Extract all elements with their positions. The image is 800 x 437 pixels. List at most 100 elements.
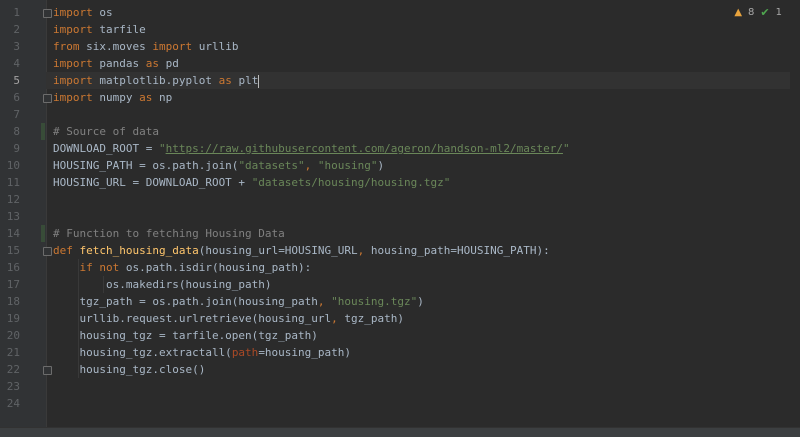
line-number[interactable]: 2 bbox=[0, 21, 20, 38]
line-number[interactable]: 7 bbox=[0, 106, 20, 123]
code-token: os.makedirs(housing_path) bbox=[53, 278, 272, 291]
code-line[interactable]: import tarfile bbox=[53, 21, 800, 38]
warning-count: 8 bbox=[748, 7, 755, 18]
code-line[interactable]: import os bbox=[53, 4, 800, 21]
code-token: os bbox=[92, 6, 113, 19]
code-line[interactable]: from six.moves import urllib bbox=[53, 38, 800, 55]
line-number[interactable]: 6 bbox=[0, 89, 20, 106]
code-token: import bbox=[53, 74, 93, 87]
code-line[interactable] bbox=[53, 378, 800, 395]
code-token: path bbox=[231, 346, 259, 359]
code-line[interactable]: if not os.path.isdir(housing_path): bbox=[53, 259, 800, 276]
code-token: ) bbox=[417, 295, 424, 308]
inspection-widget[interactable]: ▲ 8 ✔ 1 bbox=[734, 6, 782, 19]
code-token: DOWNLOAD_ROOT = bbox=[53, 142, 159, 155]
code-token: , bbox=[317, 295, 332, 308]
line-number[interactable]: 19 bbox=[0, 310, 20, 327]
code-token: import bbox=[53, 91, 93, 104]
code-token: urllib bbox=[192, 40, 239, 53]
code-line[interactable]: DOWNLOAD_ROOT = "https://raw.githubuserc… bbox=[53, 140, 800, 157]
code-token: " bbox=[158, 142, 166, 155]
code-token: fetch_housing_data bbox=[79, 244, 199, 257]
line-number[interactable]: 21 bbox=[0, 344, 20, 361]
line-number[interactable]: 3 bbox=[0, 38, 20, 55]
line-number[interactable]: 15 bbox=[0, 242, 20, 259]
code-line[interactable] bbox=[53, 208, 800, 225]
indent-guide bbox=[78, 259, 79, 378]
code-token: "housing" bbox=[317, 159, 378, 172]
code-line[interactable] bbox=[53, 191, 800, 208]
code-line[interactable]: housing_tgz.close() bbox=[53, 361, 800, 378]
fold-marker-icon[interactable] bbox=[43, 247, 52, 256]
code-token: np bbox=[152, 91, 173, 104]
vcs-change-marker[interactable] bbox=[41, 123, 45, 140]
code-line[interactable]: import pandas as pd bbox=[53, 55, 800, 72]
code-token: as bbox=[139, 91, 153, 104]
line-number[interactable]: 24 bbox=[0, 395, 20, 412]
line-number[interactable]: 12 bbox=[0, 191, 20, 208]
line-number[interactable]: 17 bbox=[0, 276, 20, 293]
line-number[interactable]: 23 bbox=[0, 378, 20, 395]
line-number[interactable]: 4 bbox=[0, 55, 20, 72]
code-token: import bbox=[152, 40, 193, 53]
code-token: "datasets" bbox=[238, 159, 305, 172]
code-line[interactable]: # Function to fetching Housing Data bbox=[53, 225, 800, 242]
code-line[interactable] bbox=[53, 395, 800, 412]
code-line[interactable]: tgz_path = os.path.join(housing_path, "h… bbox=[53, 293, 800, 310]
vertical-scrollbar[interactable] bbox=[790, 0, 800, 428]
code-token: ) bbox=[377, 159, 385, 172]
code-token: HOUSING_PATH = os.path.join( bbox=[53, 159, 239, 172]
code-token: tgz_path) bbox=[344, 312, 405, 325]
code-line[interactable]: housing_tgz = tarfile.open(tgz_path) bbox=[53, 327, 800, 344]
code-token: housing_path=HOUSING_PATH): bbox=[370, 244, 550, 257]
code-line[interactable]: urllib.request.urlretrieve(housing_url, … bbox=[53, 310, 800, 327]
code-line[interactable]: os.makedirs(housing_path) bbox=[53, 276, 800, 293]
line-number[interactable]: 16 bbox=[0, 259, 20, 276]
code-line[interactable]: housing_tgz.extractall(path=housing_path… bbox=[53, 344, 800, 361]
code-token: tarfile bbox=[92, 23, 146, 36]
code-token: tgz_path = os.path.join(housing_path bbox=[53, 295, 318, 308]
code-token: housing_tgz.close() bbox=[53, 363, 206, 376]
line-number[interactable]: 9 bbox=[0, 140, 20, 157]
line-number[interactable]: 11 bbox=[0, 174, 20, 191]
line-number[interactable]: 13 bbox=[0, 208, 20, 225]
line-number[interactable]: 5 bbox=[0, 72, 20, 89]
code-line[interactable]: import matplotlib.pyplot as plt bbox=[46, 72, 800, 89]
code-token: as bbox=[145, 57, 159, 70]
code-token: "datasets/housing/housing.tgz" bbox=[251, 176, 451, 189]
code-token: (housing_url=HOUSING_URL bbox=[198, 244, 358, 257]
fold-marker-icon[interactable] bbox=[43, 94, 52, 103]
line-number[interactable]: 8 bbox=[0, 123, 20, 140]
code-token: os.path.isdir(housing_path): bbox=[119, 261, 312, 274]
code-token: as bbox=[218, 74, 232, 87]
code-token: from bbox=[53, 40, 80, 53]
code-area[interactable]: import os import tarfile from six.moves im… bbox=[46, 0, 800, 428]
code-editor[interactable]: 1 2 3 4 5 6 7 8 9 10 11 12 13 14 15 16 17 18 19 20 21 22 23 24 … bbox=[0, 0, 800, 428]
vcs-change-marker[interactable] bbox=[41, 225, 45, 242]
code-line[interactable]: # Source of data bbox=[53, 123, 800, 140]
code-token: https://raw.githubusercontent.com/ageron… bbox=[165, 142, 563, 155]
code-line[interactable] bbox=[53, 106, 800, 123]
code-line[interactable]: HOUSING_PATH = os.path.join("datasets", … bbox=[53, 157, 800, 174]
code-line[interactable]: import numpy as np bbox=[53, 89, 800, 106]
line-number[interactable]: 22 bbox=[0, 361, 20, 378]
code-token: HOUSING_URL = DOWNLOAD_ROOT + bbox=[53, 176, 252, 189]
status-bar bbox=[0, 427, 800, 437]
line-number[interactable]: 18 bbox=[0, 293, 20, 310]
code-token: numpy bbox=[92, 91, 140, 104]
code-token: pandas bbox=[92, 57, 146, 70]
line-number-gutter[interactable]: 1 2 3 4 5 6 7 8 9 10 11 12 13 14 15 16 17 18 19 20 21 22 23 24 bbox=[0, 0, 47, 428]
code-token: # Function to fetching Housing Data bbox=[53, 227, 285, 240]
fold-marker-icon[interactable] bbox=[43, 366, 52, 375]
code-line[interactable]: def fetch_housing_data(housing_url=HOUSI… bbox=[53, 242, 800, 259]
fold-marker-icon[interactable] bbox=[43, 9, 52, 18]
code-line[interactable]: HOUSING_URL = DOWNLOAD_ROOT + "datasets/… bbox=[53, 174, 800, 191]
indent-guide bbox=[103, 276, 104, 293]
line-number[interactable]: 14 bbox=[0, 225, 20, 242]
line-number[interactable]: 10 bbox=[0, 157, 20, 174]
line-number[interactable]: 20 bbox=[0, 327, 20, 344]
line-number[interactable]: 1 bbox=[0, 4, 20, 21]
check-icon: ✔ bbox=[760, 6, 770, 19]
code-token: pd bbox=[158, 57, 179, 70]
